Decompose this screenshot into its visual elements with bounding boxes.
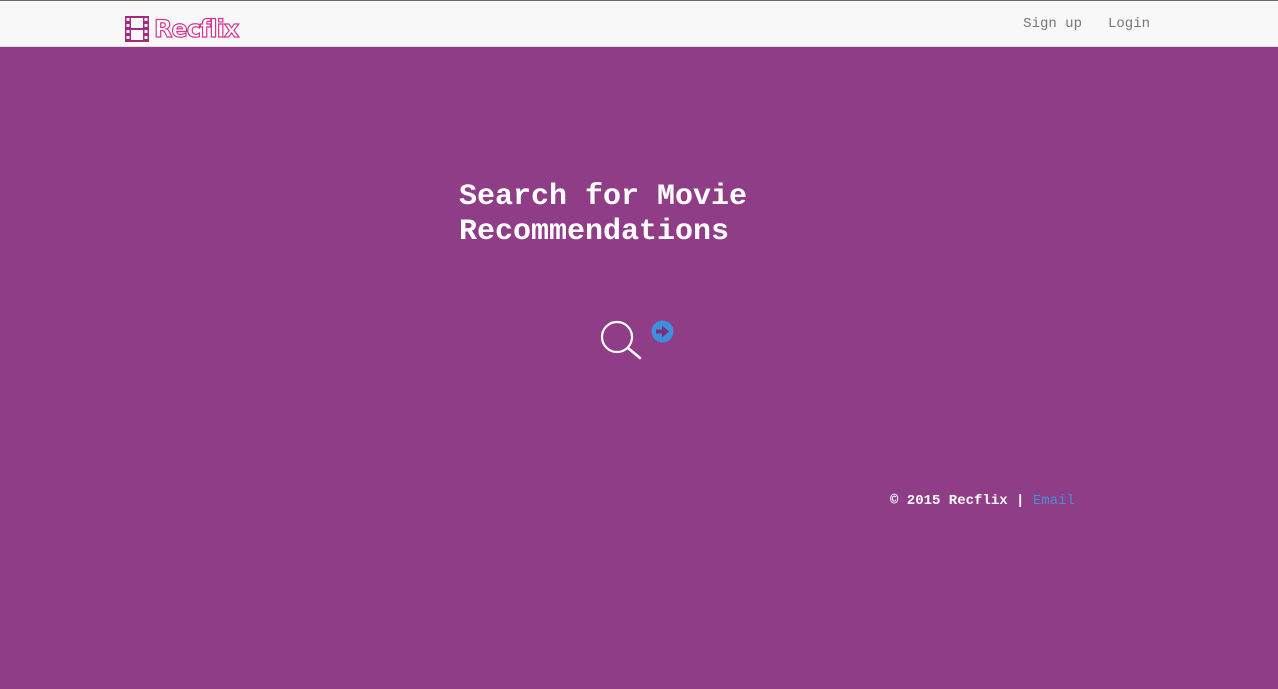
page-title: Search for Movie Recommendations bbox=[459, 180, 748, 249]
signup-link[interactable]: Sign up bbox=[1023, 16, 1082, 32]
footer: © 2015 Recflix | Email bbox=[890, 493, 1075, 509]
search-submit-button[interactable] bbox=[651, 320, 674, 343]
email-link[interactable]: Email bbox=[1033, 493, 1075, 509]
login-link[interactable]: Login bbox=[1108, 16, 1150, 32]
nav-links: Sign up Login bbox=[1023, 16, 1150, 32]
copyright-text: © 2015 Recflix bbox=[890, 493, 1008, 509]
brand-name: Recflix bbox=[153, 15, 240, 43]
brand-logo-link[interactable]: Recflix bbox=[125, 15, 240, 43]
top-navbar: Recflix Sign up Login bbox=[0, 0, 1278, 47]
footer-separator: | bbox=[1016, 493, 1025, 509]
film-icon bbox=[125, 16, 149, 42]
search-icon[interactable] bbox=[600, 320, 642, 360]
arrow-right-circle-icon bbox=[651, 320, 674, 343]
